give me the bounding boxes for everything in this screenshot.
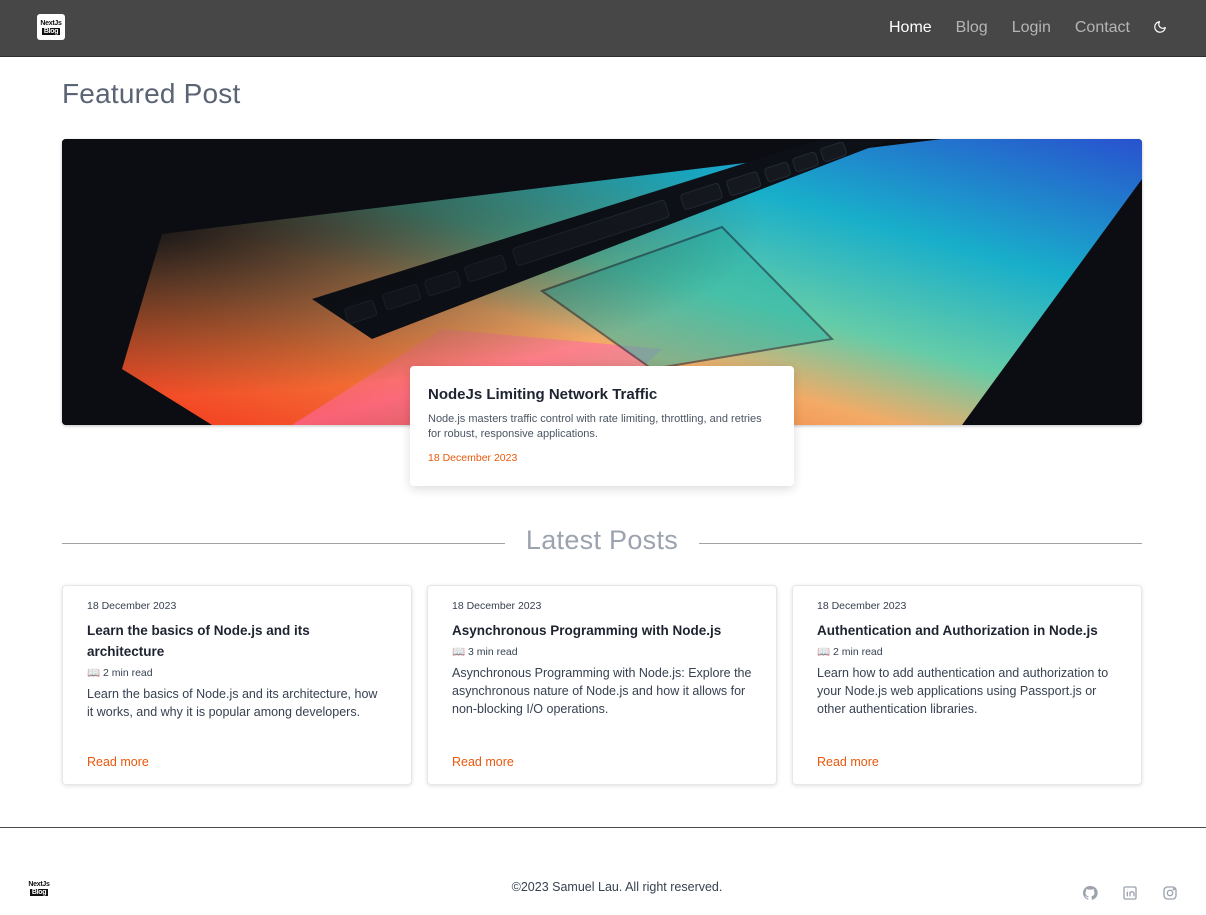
post-description: Learn the basics of Node.js and its arch… xyxy=(87,687,378,719)
post-card[interactable]: 18 December 2023 Asynchronous Programmin… xyxy=(427,585,777,785)
featured-heading: Featured Post xyxy=(62,78,241,109)
post-description: Learn how to add authentication and auth… xyxy=(817,666,1109,716)
post-title[interactable]: Asynchronous Programming with Node.js xyxy=(452,620,752,641)
read-more-link[interactable]: Read more xyxy=(452,755,514,769)
nav-links: Home Blog Login Contact xyxy=(889,0,1130,56)
nav-link-contact[interactable]: Contact xyxy=(1075,19,1130,37)
logo-line1: NextJs xyxy=(40,19,62,27)
featured-post-date: 18 December 2023 xyxy=(428,452,518,464)
post-card[interactable]: 18 December 2023 Authentication and Auth… xyxy=(792,585,1142,785)
footer-divider xyxy=(0,827,1206,828)
post-read-time: 📖 2 min read xyxy=(87,667,153,679)
github-icon[interactable] xyxy=(1082,885,1098,901)
latest-heading: Latest Posts xyxy=(525,525,679,555)
site-logo[interactable]: NextJs Blog xyxy=(37,14,65,40)
logo-line2: Blog xyxy=(41,27,61,35)
post-description: Asynchronous Programming with Node.js: E… xyxy=(452,666,752,716)
copyright-text: ©2023 Samuel Lau. All right reserved. xyxy=(511,880,723,894)
post-date: 18 December 2023 xyxy=(87,600,177,612)
post-card[interactable]: 18 December 2023 Learn the basics of Nod… xyxy=(62,585,412,785)
read-more-link[interactable]: Read more xyxy=(87,755,149,769)
featured-post-card[interactable]: NodeJs Limiting Network Traffic Node.js … xyxy=(410,366,794,486)
instagram-icon[interactable] xyxy=(1162,885,1178,901)
featured-post-title[interactable]: NodeJs Limiting Network Traffic xyxy=(428,386,776,403)
post-date: 18 December 2023 xyxy=(817,600,907,612)
linkedin-icon[interactable] xyxy=(1122,885,1138,901)
post-title[interactable]: Learn the basics of Node.js and its arch… xyxy=(87,620,387,662)
post-date: 18 December 2023 xyxy=(452,600,542,612)
divider-left xyxy=(62,543,505,544)
nav-link-home[interactable]: Home xyxy=(889,19,932,37)
post-read-time: 📖 3 min read xyxy=(452,646,518,658)
post-title[interactable]: Authentication and Authorization in Node… xyxy=(817,620,1117,641)
nav-link-login[interactable]: Login xyxy=(1012,19,1051,37)
divider-right xyxy=(699,543,1142,544)
nav-link-blog[interactable]: Blog xyxy=(956,19,988,37)
post-read-time: 📖 2 min read xyxy=(817,646,883,658)
featured-post-description: Node.js masters traffic control with rat… xyxy=(428,413,762,440)
moon-icon[interactable] xyxy=(1153,20,1167,34)
navbar: NextJs Blog Home Blog Login Contact xyxy=(0,0,1206,57)
read-more-link[interactable]: Read more xyxy=(817,755,879,769)
